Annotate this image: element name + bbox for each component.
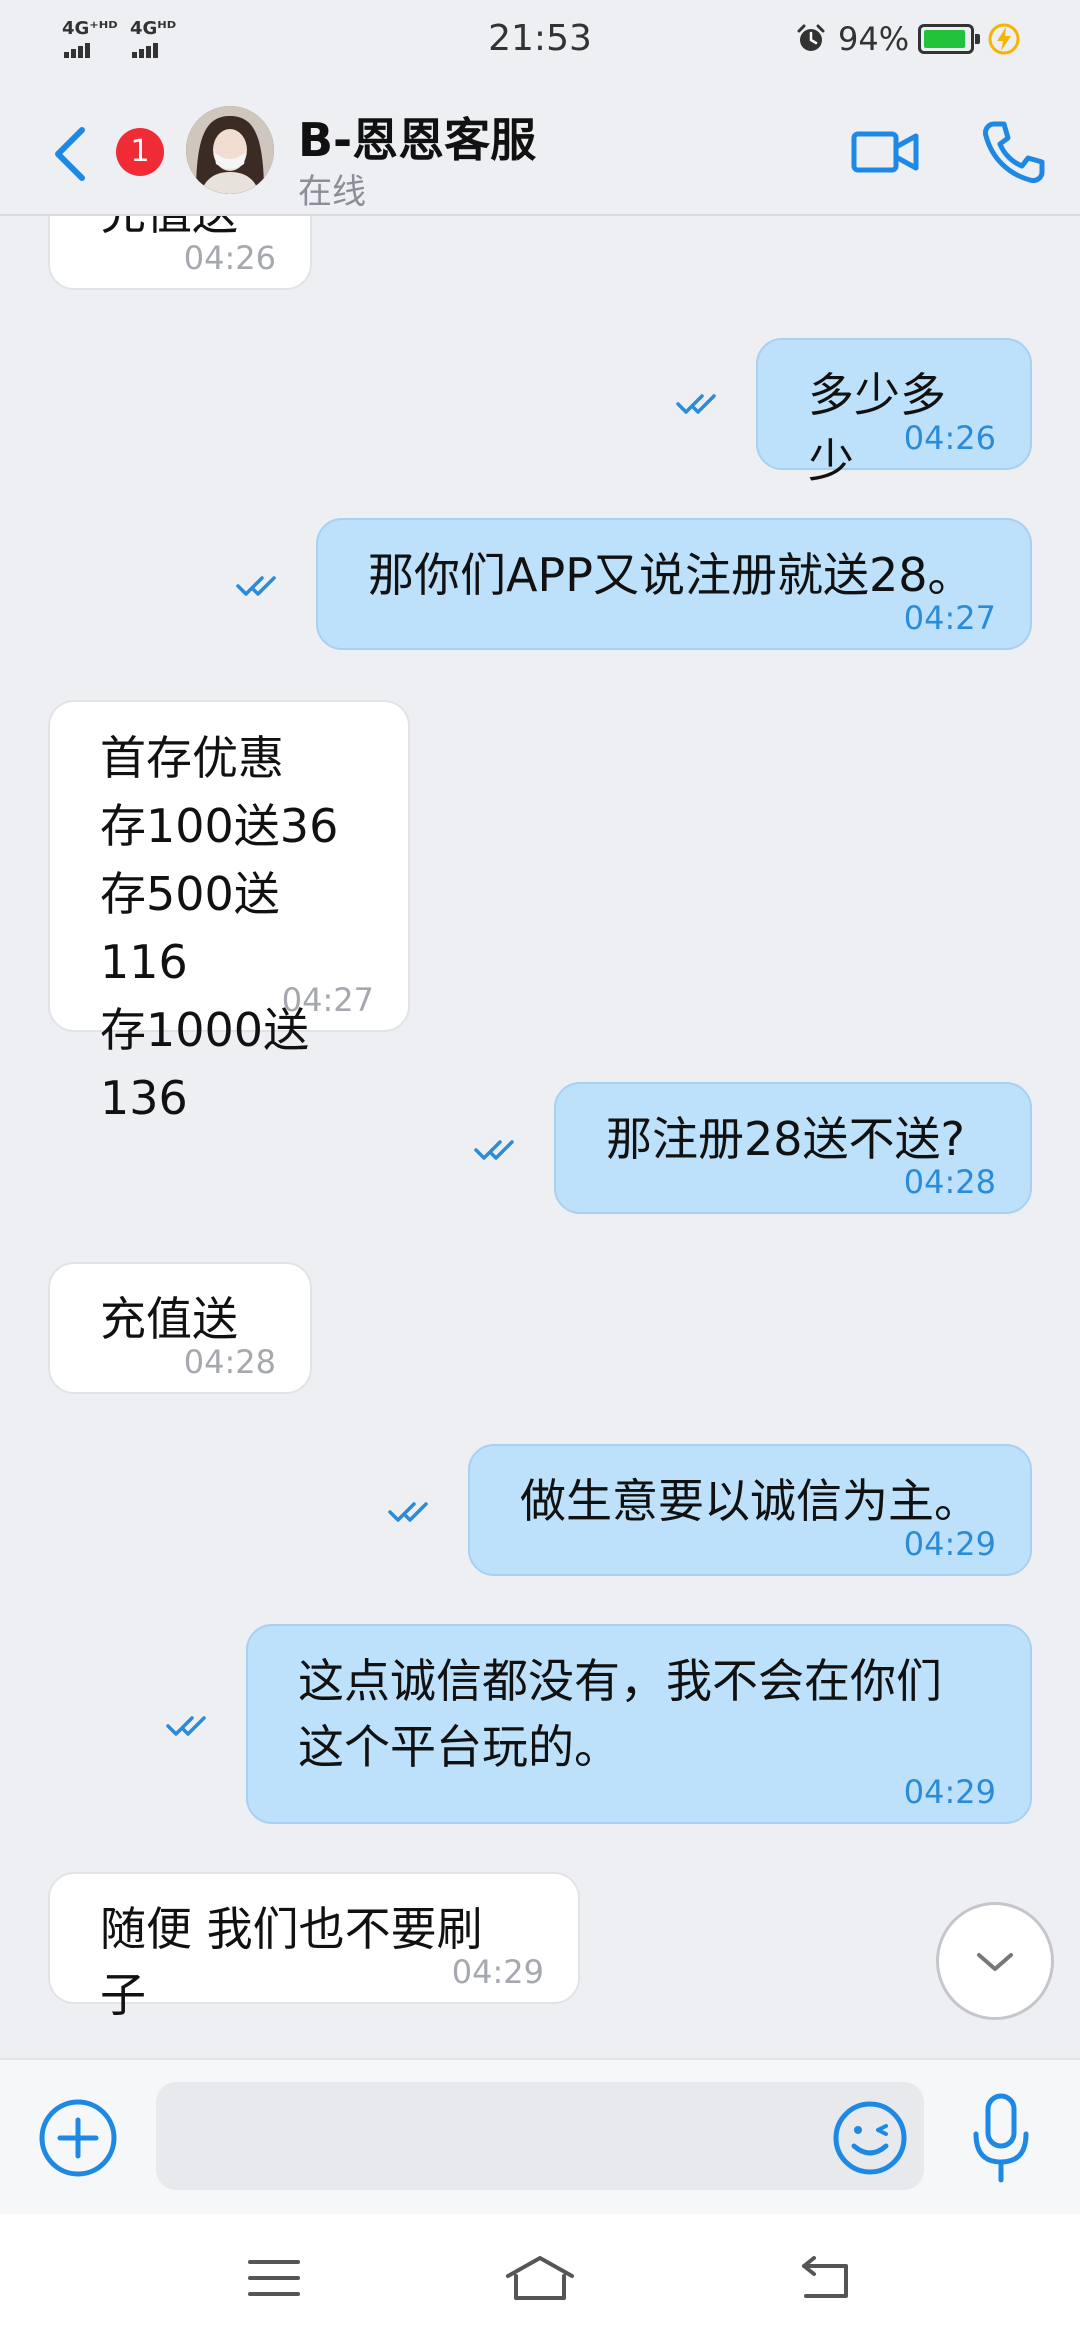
- message-time: 04:28: [183, 1343, 276, 1381]
- message-bubble-incoming[interactable]: 充值送 04:28: [48, 1262, 312, 1394]
- system-navigation-bar: [0, 2214, 1080, 2340]
- contact-name[interactable]: B-恩恩客服: [298, 104, 536, 170]
- phone-call-icon[interactable]: [978, 116, 1050, 188]
- message-text: 那你们APP又说注册就送28。: [368, 548, 974, 602]
- menu-icon[interactable]: [244, 2254, 304, 2302]
- message-bubble-incoming[interactable]: 随便 我们也不要刷子 04:29: [48, 1872, 580, 2022]
- battery-icon: [918, 24, 980, 54]
- avatar[interactable]: [186, 106, 274, 194]
- chevron-down-icon: [977, 1953, 1013, 1971]
- battery-fill: [924, 30, 965, 48]
- message-input[interactable]: [156, 2082, 924, 2190]
- charging-icon: [988, 23, 1020, 55]
- alarm-icon: [797, 24, 825, 51]
- read-receipt-icon: [166, 1716, 206, 1736]
- read-receipt-icon: [474, 1140, 514, 1160]
- message-text: 首存优惠 存100送36 存500送116 存1000送136: [100, 731, 339, 1125]
- home-icon[interactable]: [504, 2254, 576, 2302]
- microphone-icon[interactable]: [966, 2090, 1036, 2186]
- scroll-to-bottom-button[interactable]: [936, 1902, 1054, 2020]
- message-time: 04:28: [903, 1163, 996, 1201]
- message-text: 这点诚信都没有，我不会在你们 这个平台玩的。: [298, 1654, 942, 1774]
- message-time: 04:29: [451, 1953, 544, 1991]
- message-time: 04:26: [183, 239, 276, 277]
- message-time: 04:26: [903, 419, 996, 457]
- contact-status: 在线: [298, 172, 366, 212]
- message-time: 04:27: [903, 599, 996, 637]
- message-bubble-incoming[interactable]: 首存优惠 存100送36 存500送116 存1000送136 04:27: [48, 700, 410, 1125]
- message-bubble-outgoing[interactable]: 这点诚信都没有，我不会在你们 这个平台玩的。 04:29: [246, 1624, 1032, 1824]
- unread-badge[interactable]: 1: [116, 128, 164, 176]
- battery-percentage: 94%: [838, 20, 910, 58]
- back-chevron-icon[interactable]: [50, 124, 90, 184]
- message-input-bar: [0, 2058, 1080, 2214]
- read-receipt-icon: [236, 576, 276, 596]
- message-time: 04:29: [903, 1773, 996, 1811]
- message-time: 04:29: [903, 1525, 996, 1563]
- back-icon[interactable]: [796, 2254, 856, 2302]
- read-receipt-icon: [676, 394, 716, 414]
- status-bar: 4G⁺ᴴᴰ 4Gᴴᴰ 21:53 94%: [0, 0, 1080, 84]
- message-bubble-outgoing[interactable]: 做生意要以诚信为主。 04:29: [468, 1444, 1032, 1576]
- video-call-icon[interactable]: [850, 116, 922, 188]
- message-bubble-outgoing[interactable]: 那注册28送不送? 04:28: [554, 1082, 1032, 1214]
- message-bubble-outgoing[interactable]: 多少多少 04:26: [756, 338, 1032, 488]
- message-time: 04:27: [281, 981, 374, 1019]
- message-bubble-outgoing[interactable]: 那你们APP又说注册就送28。 04:27: [316, 518, 1032, 650]
- read-receipt-icon: [388, 1502, 428, 1522]
- emoji-icon[interactable]: [830, 2098, 910, 2178]
- chat-header: 1 B-恩恩客服 在线: [0, 84, 1080, 216]
- plus-icon[interactable]: [36, 2096, 120, 2180]
